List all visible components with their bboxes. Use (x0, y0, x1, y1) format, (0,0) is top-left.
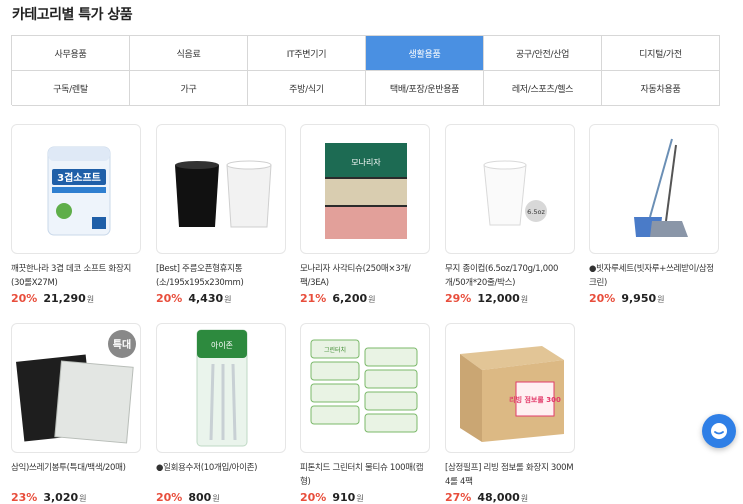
discount-rate: 20% (300, 491, 327, 504)
product-card[interactable]: [Best] 주름오픈형휴지통(소/195x195x230mm) 20% 4,4… (156, 124, 286, 305)
product-name[interactable]: ●빗자루세트(빗자루+쓰레받이/삼정크린) (589, 262, 719, 290)
category-rental[interactable]: 구독/렌탈 (12, 71, 130, 106)
product-name[interactable]: 피톤치드 그린터치 물티슈 100매(캡형) (300, 461, 430, 489)
price: 48,000 (477, 491, 520, 504)
product-image[interactable]: 모나리자 (300, 124, 430, 254)
category-food[interactable]: 식음료 (130, 36, 248, 71)
product-card[interactable]: 그린터치 피톤치드 그린터치 물티슈 100매(캡형) 20% 910 원 (300, 323, 430, 504)
discount-rate: 29% (445, 292, 472, 305)
product-image[interactable]: 6.5oz (445, 124, 575, 254)
price: 800 (188, 491, 212, 504)
currency-unit: 원 (224, 295, 232, 304)
category-furniture[interactable]: 가구 (130, 71, 248, 106)
product-name[interactable]: 무지 종이컵(6.5oz/170g/1,000개/50개*20줄/박스) (445, 262, 575, 290)
product-name[interactable]: 삼익)쓰레기봉투(특대/백색/20매) (11, 461, 141, 489)
currency-unit: 원 (86, 295, 95, 304)
currency-unit: 원 (356, 494, 364, 503)
product-image[interactable] (156, 124, 286, 254)
product-image[interactable]: 3겹소프트 (11, 124, 141, 254)
chat-button[interactable] (702, 414, 736, 448)
product-name[interactable]: [Best] 주름오픈형휴지통(소/195x195x230mm) (156, 262, 286, 290)
product-name[interactable]: ●일회용수저(10개입/아이존) (156, 461, 286, 489)
discount-rate: 23% (11, 491, 38, 504)
category-packaging[interactable]: 택배/포장/운반용품 (366, 71, 484, 106)
price: 910 (332, 491, 356, 504)
product-image[interactable]: 특대 (11, 323, 141, 453)
section-title: 카테고리별 특가 상품 (12, 7, 133, 23)
product-image[interactable]: 리빙 점보롤 300 (445, 323, 575, 453)
category-living[interactable]: 생활용품 (366, 36, 484, 71)
price: 6,200 (332, 292, 368, 305)
discount-rate: 20% (156, 491, 183, 504)
category-tools[interactable]: 공구/안전/산업 (484, 36, 602, 71)
product-image-text: 모나리자 (351, 158, 381, 167)
currency-unit: 원 (212, 494, 220, 503)
chat-icon (711, 423, 727, 439)
product-card[interactable]: ●빗자루세트(빗자루+쓰레받이/삼정크린) 20% 9,950 원 (589, 124, 719, 305)
product-card[interactable]: 3겹소프트 깨끗한나라 3겹 데코 소프트 화장지 (30롤X27M) 20% … (11, 124, 141, 305)
product-image-text: 3겹소프트 (57, 172, 101, 184)
product-image-text: 6.5oz (527, 208, 545, 216)
price: 12,000 (477, 292, 520, 305)
product-image-text: 그린터치 (324, 346, 346, 354)
discount-rate: 27% (445, 491, 472, 504)
product-name[interactable]: 깨끗한나라 3겹 데코 소프트 화장지 (30롤X27M) (11, 262, 141, 290)
discount-rate: 20% (156, 292, 183, 305)
currency-unit: 원 (520, 494, 529, 503)
discount-rate: 20% (589, 292, 616, 305)
product-image[interactable] (589, 124, 719, 254)
price: 4,430 (188, 292, 224, 305)
discount-rate: 21% (300, 292, 327, 305)
product-image-text: 아이존 (211, 340, 233, 350)
product-image-text: 리빙 점보롤 300 (509, 395, 561, 404)
currency-unit: 원 (79, 494, 87, 503)
category-digital[interactable]: 디지털/가전 (602, 36, 720, 71)
currency-unit: 원 (657, 295, 665, 304)
product-name[interactable]: 모나리자 사각티슈(250매×3개/팩/3EA) (300, 262, 430, 290)
price: 3,020 (43, 491, 79, 504)
category-office[interactable]: 사무용품 (12, 36, 130, 71)
discount-rate: 20% (11, 292, 38, 305)
category-kitchen[interactable]: 주방/식기 (248, 71, 366, 106)
price: 9,950 (621, 292, 657, 305)
product-card[interactable]: 6.5oz 무지 종이컵(6.5oz/170g/1,000개/50개*20줄/박… (445, 124, 575, 305)
product-card[interactable]: 아이존 ●일회용수저(10개입/아이존) 20% 800 원 (156, 323, 286, 504)
category-leisure[interactable]: 레저/스포츠/헬스 (484, 71, 602, 106)
category-grid: 사무용품 식음료 IT주변기기 생활용품 공구/안전/산업 디지털/가전 구독/… (11, 35, 720, 106)
category-it[interactable]: IT주변기기 (248, 36, 366, 71)
category-car[interactable]: 자동차용품 (602, 71, 720, 106)
product-image[interactable]: 아이존 (156, 323, 286, 453)
currency-unit: 원 (520, 295, 529, 304)
product-card[interactable]: 특대 삼익)쓰레기봉투(특대/백색/20매) 23% 3,020 원 (11, 323, 141, 504)
currency-unit: 원 (368, 295, 376, 304)
product-card[interactable]: 모나리자 모나리자 사각티슈(250매×3개/팩/3EA) 21% 6,200 … (300, 124, 430, 305)
price: 21,290 (43, 292, 86, 305)
product-name[interactable]: [삼정필프] 리빙 점보롤 화장지 300M 4롤 4팩 (445, 461, 575, 489)
product-image-text: 특대 (113, 338, 131, 351)
product-image[interactable]: 그린터치 (300, 323, 430, 453)
product-card[interactable]: 리빙 점보롤 300 [삼정필프] 리빙 점보롤 화장지 300M 4롤 4팩 … (445, 323, 575, 504)
